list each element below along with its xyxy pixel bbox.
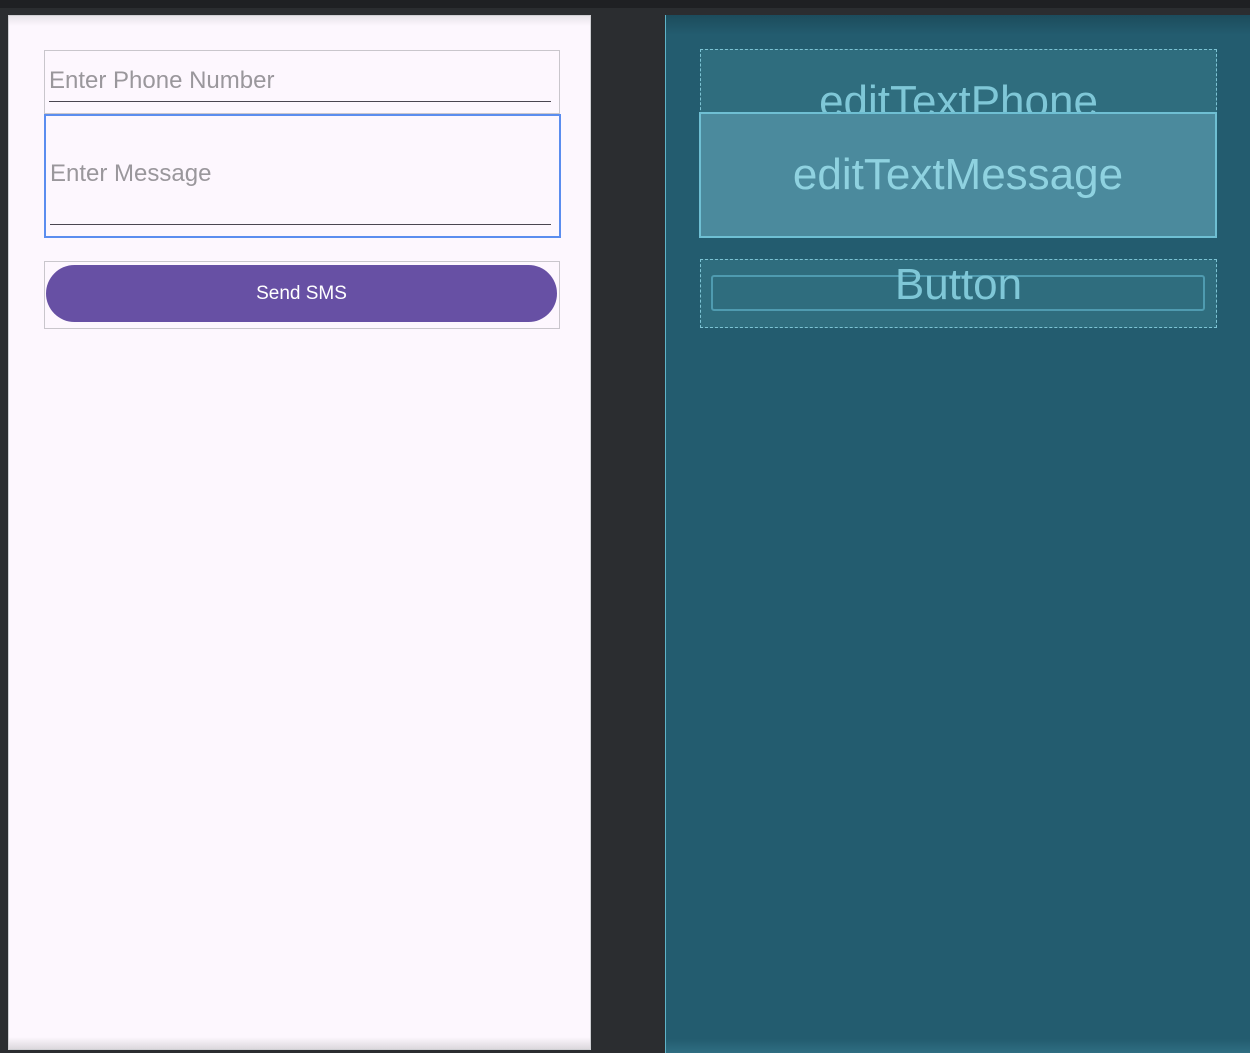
blueprint-edit-text-phone[interactable]: editTextPhone <box>700 49 1217 115</box>
status-bar-shadow <box>9 16 590 26</box>
blueprint-message-label: editTextMessage <box>792 150 1124 199</box>
design-preview-panel[interactable]: Enter Phone Number Enter Message Send SM… <box>8 15 591 1050</box>
message-field-bounds[interactable]: Enter Message <box>44 114 561 238</box>
blueprint-panel[interactable]: editTextPhone editTextMessage Button <box>665 15 1250 1053</box>
blueprint-edit-text-message[interactable]: editTextMessage <box>699 112 1217 238</box>
send-button-bounds[interactable]: Send SMS <box>44 261 560 329</box>
blueprint-button[interactable]: Button <box>700 259 1217 328</box>
navigation-bar-shadow <box>9 1037 590 1049</box>
phone-input[interactable]: Enter Phone Number <box>49 67 551 102</box>
message-input-placeholder: Enter Message <box>50 160 212 187</box>
message-input[interactable]: Enter Message <box>50 160 551 225</box>
phone-field-bounds[interactable]: Enter Phone Number <box>44 50 560 114</box>
blueprint-top-shadow <box>666 15 1250 35</box>
layout-editor-canvas: Enter Phone Number Enter Message Send SM… <box>0 0 1250 1053</box>
send-sms-button[interactable]: Send SMS <box>46 265 557 322</box>
blueprint-phone-label: editTextPhone <box>819 77 1098 115</box>
blueprint-button-label: Button <box>894 260 1023 309</box>
editor-top-bar <box>0 0 1250 8</box>
phone-input-placeholder: Enter Phone Number <box>49 67 275 94</box>
blueprint-bottom-shadow <box>666 1039 1250 1053</box>
